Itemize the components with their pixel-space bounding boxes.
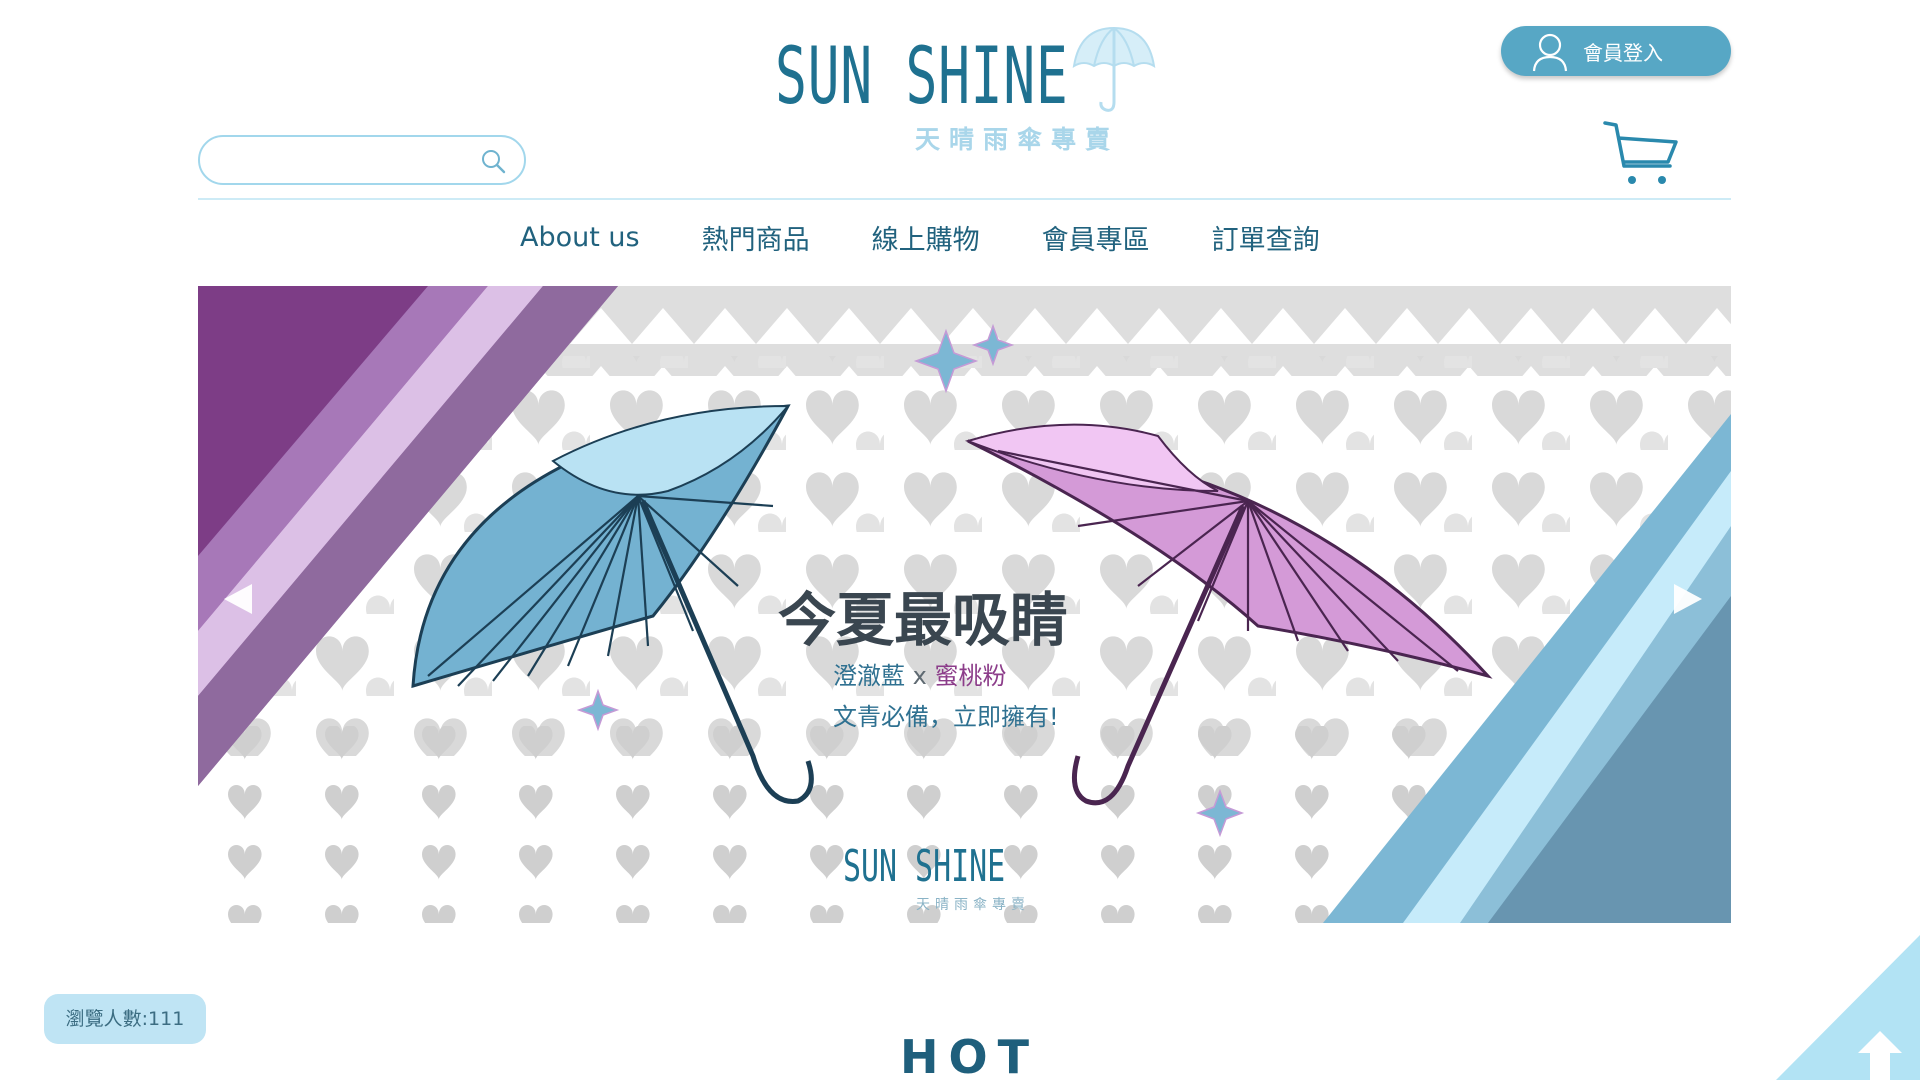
banner-pink-color-name: 蜜桃粉	[934, 662, 1007, 690]
logo-text: SUN SHINE	[775, 32, 1069, 122]
search-input[interactable]	[218, 143, 477, 177]
chevron-right-icon[interactable]	[1668, 574, 1708, 624]
nav-item-hot-products[interactable]: 熱門商品	[702, 218, 810, 257]
search-box[interactable]	[198, 135, 526, 185]
main-nav: About us 熱門商品 線上購物 會員專區 訂單查詢	[520, 215, 1382, 259]
banner-blue-color-name: 澄澈藍	[833, 662, 905, 690]
search-icon[interactable]	[480, 148, 506, 174]
cart-icon[interactable]	[1602, 118, 1680, 192]
visitor-counter: 瀏覽人數:111	[44, 994, 206, 1044]
hot-section-title: HOT	[900, 1030, 1039, 1084]
banner-logo-text: SUN SHINE	[843, 841, 1006, 892]
banner-headline: 今夏最吸睛	[778, 586, 1069, 654]
banner-logo-subtitle: 天晴雨傘專賣	[916, 897, 1030, 913]
nav-item-order-query[interactable]: 訂單查詢	[1212, 218, 1320, 257]
user-icon	[1532, 33, 1568, 72]
banner-x: x	[905, 662, 935, 690]
hero-banner[interactable]: 今夏最吸睛 澄澈藍 x 蜜桃粉 文青必備，立即擁有! SUN SHINE 天晴雨…	[198, 286, 1731, 923]
umbrella-logo-icon	[1072, 26, 1156, 112]
header-divider	[198, 198, 1731, 200]
nav-item-online-shop[interactable]: 線上購物	[872, 218, 980, 257]
logo-subtitle: 天晴雨傘專賣	[915, 125, 1120, 154]
member-login-button[interactable]: 會員登入	[1501, 26, 1731, 76]
member-login-label: 會員登入	[1583, 41, 1663, 65]
arrow-up-icon[interactable]	[1776, 935, 1920, 1080]
nav-item-member-area[interactable]: 會員專區	[1042, 218, 1150, 257]
site-logo[interactable]: SUN SHINE 天晴雨傘專賣	[775, 22, 1156, 162]
nav-item-about[interactable]: About us	[520, 222, 640, 253]
banner-subline: 澄澈藍 x 蜜桃粉	[833, 656, 1006, 691]
banner-tagline: 文青必備，立即擁有!	[833, 703, 1059, 731]
chevron-left-icon[interactable]	[218, 574, 258, 624]
